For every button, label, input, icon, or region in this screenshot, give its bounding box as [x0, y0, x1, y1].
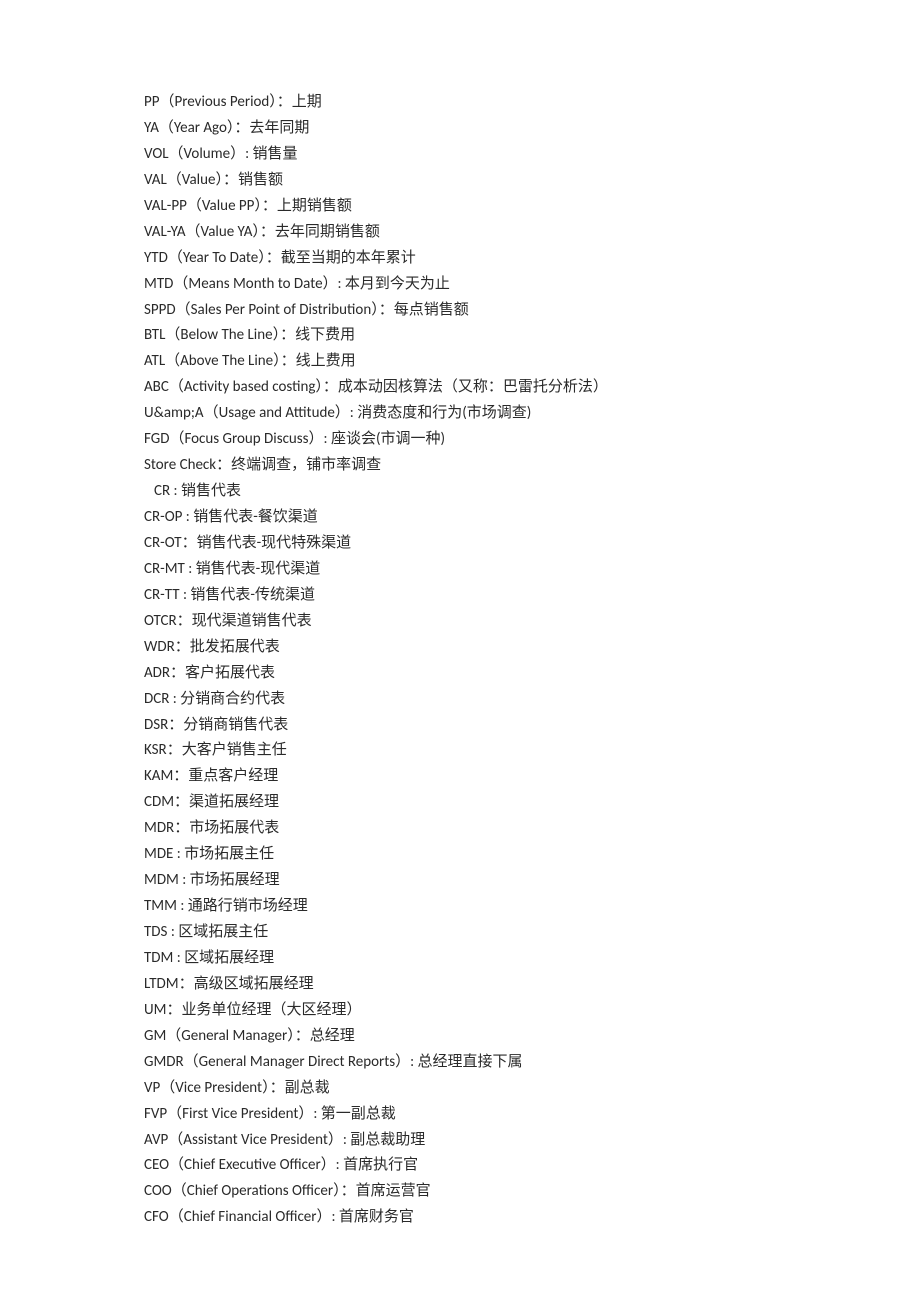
glossary-line: U&amp;A（Usage and Attitude）: 消费态度和行为(市场调…	[144, 401, 920, 427]
glossary-line: COO（Chief Operations Officer）：首席运营官	[144, 1179, 920, 1205]
glossary-line: LTDM：高级区域拓展经理	[144, 972, 920, 998]
glossary-line: CR : 销售代表	[144, 479, 920, 505]
glossary-line: ABC（Activity based costing）：成本动因核算法（又称：巴…	[144, 375, 920, 401]
glossary-line: MDR：市场拓展代表	[144, 816, 920, 842]
glossary-line: DSR：分销商销售代表	[144, 713, 920, 739]
glossary-line: VAL（Value）：销售额	[144, 168, 920, 194]
glossary-line: CR-TT : 销售代表-传统渠道	[144, 583, 920, 609]
glossary-line: PP（Previous Period）：上期	[144, 90, 920, 116]
glossary-line: VOL（Volume）: 销售量	[144, 142, 920, 168]
glossary-line: Store Check：终端调查，铺市率调查	[144, 453, 920, 479]
glossary-line: VP（Vice President）：副总裁	[144, 1076, 920, 1102]
glossary-line: TDM : 区域拓展经理	[144, 946, 920, 972]
glossary-line: MDE : 市场拓展主任	[144, 842, 920, 868]
glossary-line: FGD（Focus Group Discuss）: 座谈会(市调一种)	[144, 427, 920, 453]
glossary-line: CDM：渠道拓展经理	[144, 790, 920, 816]
glossary-line: DCR : 分销商合约代表	[144, 687, 920, 713]
glossary-line: BTL（Below The Line）：线下费用	[144, 323, 920, 349]
glossary-line: CFO（Chief Financial Officer）: 首席财务官	[144, 1205, 920, 1231]
glossary-line: CR-OT：销售代表-现代特殊渠道	[144, 531, 920, 557]
glossary-line: WDR：批发拓展代表	[144, 635, 920, 661]
glossary-line: KSR：大客户销售主任	[144, 738, 920, 764]
glossary-line: VAL-YA（Value YA）：去年同期销售额	[144, 220, 920, 246]
glossary-line: GMDR（General Manager Direct Reports）: 总经…	[144, 1050, 920, 1076]
glossary-line: CEO（Chief Executive Officer）: 首席执行官	[144, 1153, 920, 1179]
glossary-line: YTD（Year To Date）：截至当期的本年累计	[144, 246, 920, 272]
glossary-line: TDS : 区域拓展主任	[144, 920, 920, 946]
document-body: PP（Previous Period）：上期YA（Year Ago）：去年同期V…	[144, 90, 920, 1231]
glossary-line: MDM : 市场拓展经理	[144, 868, 920, 894]
glossary-line: ADR：客户拓展代表	[144, 661, 920, 687]
glossary-line: TMM : 通路行销市场经理	[144, 894, 920, 920]
glossary-line: AVP（Assistant Vice President）: 副总裁助理	[144, 1128, 920, 1154]
glossary-line: MTD（Means Month to Date）: 本月到今天为止	[144, 272, 920, 298]
glossary-line: CR-MT : 销售代表-现代渠道	[144, 557, 920, 583]
glossary-line: UM：业务单位经理（大区经理）	[144, 998, 920, 1024]
glossary-line: YA（Year Ago）：去年同期	[144, 116, 920, 142]
glossary-line: VAL-PP（Value PP）：上期销售额	[144, 194, 920, 220]
glossary-line: CR-OP : 销售代表-餐饮渠道	[144, 505, 920, 531]
glossary-line: GM（General Manager）：总经理	[144, 1024, 920, 1050]
glossary-line: SPPD（Sales Per Point of Distribution）：每点…	[144, 298, 920, 324]
glossary-line: OTCR：现代渠道销售代表	[144, 609, 920, 635]
glossary-line: FVP（First Vice President）: 第一副总裁	[144, 1102, 920, 1128]
glossary-line: ATL（Above The Line）：线上费用	[144, 349, 920, 375]
glossary-line: KAM：重点客户经理	[144, 764, 920, 790]
